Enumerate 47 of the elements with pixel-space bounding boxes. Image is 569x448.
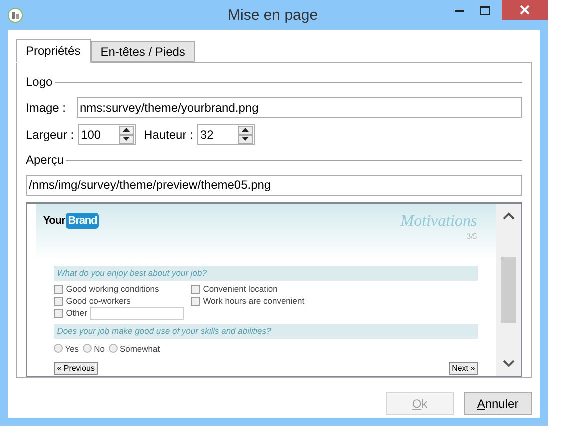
question-bar: What do you enjoy best about your job?	[54, 266, 478, 281]
close-button[interactable]	[502, 0, 548, 20]
other-field[interactable]	[90, 306, 184, 320]
number-field[interactable]: 100	[78, 124, 136, 145]
spin-up-icon[interactable]	[238, 126, 254, 134]
checkbox[interactable]	[191, 296, 200, 306]
checkbox[interactable]	[191, 284, 200, 294]
scroll-thumb[interactable]	[501, 256, 516, 323]
brand-logo: Your Brand	[43, 212, 100, 230]
dialog-button: Ok	[386, 392, 454, 415]
number-field[interactable]: 32	[197, 124, 256, 145]
dialog-button[interactable]: Annuler	[464, 392, 532, 415]
radio-button[interactable]	[83, 344, 92, 354]
spin-up-icon[interactable]	[119, 126, 134, 134]
page-counter: 3/5	[466, 230, 478, 243]
preview-path-field[interactable]: /nms/img/survey/theme/preview/theme05.png	[26, 175, 522, 196]
option-label: Yes	[65, 342, 80, 356]
tab[interactable]: En-têtes / Pieds	[90, 41, 196, 62]
window-title: Mise en page	[228, 6, 318, 26]
option-label: Good co-workers	[66, 294, 131, 308]
option-label: Work hours are convenient	[203, 294, 305, 308]
image-path-field[interactable]: nms:survey/theme/yourbrand.png	[77, 97, 522, 118]
section-heading: Aperçu	[26, 152, 64, 169]
radio-button[interactable]	[108, 344, 118, 354]
scroll-up-icon[interactable]	[502, 212, 515, 220]
field-label: Largeur :	[26, 126, 74, 144]
field-label: Hauteur :	[144, 126, 194, 144]
checkbox[interactable]	[54, 308, 64, 318]
previous-button[interactable]: « Previous	[54, 362, 98, 376]
tab[interactable]: Propriétés	[16, 39, 91, 63]
checkbox[interactable]	[54, 296, 64, 306]
option-label: Good working conditions	[66, 282, 160, 296]
page-title: Motivations	[400, 212, 478, 231]
radio-button[interactable]	[54, 344, 64, 354]
field-label: Image :	[26, 100, 68, 116]
next-button[interactable]: Next »	[449, 362, 478, 376]
section-heading: Logo	[26, 74, 53, 91]
question-bar: Does your job make good use of your skills and abilities?	[54, 324, 478, 339]
option-label: Convenient location	[203, 282, 278, 296]
option-label: No	[94, 342, 105, 356]
app-icon	[8, 8, 23, 22]
option-label: Other	[66, 306, 88, 320]
scrollbar[interactable]	[496, 204, 521, 376]
scroll-down-icon[interactable]	[502, 360, 515, 368]
checkbox[interactable]	[54, 284, 64, 294]
close-icon	[520, 5, 530, 15]
option-label: Somewhat	[120, 342, 160, 356]
